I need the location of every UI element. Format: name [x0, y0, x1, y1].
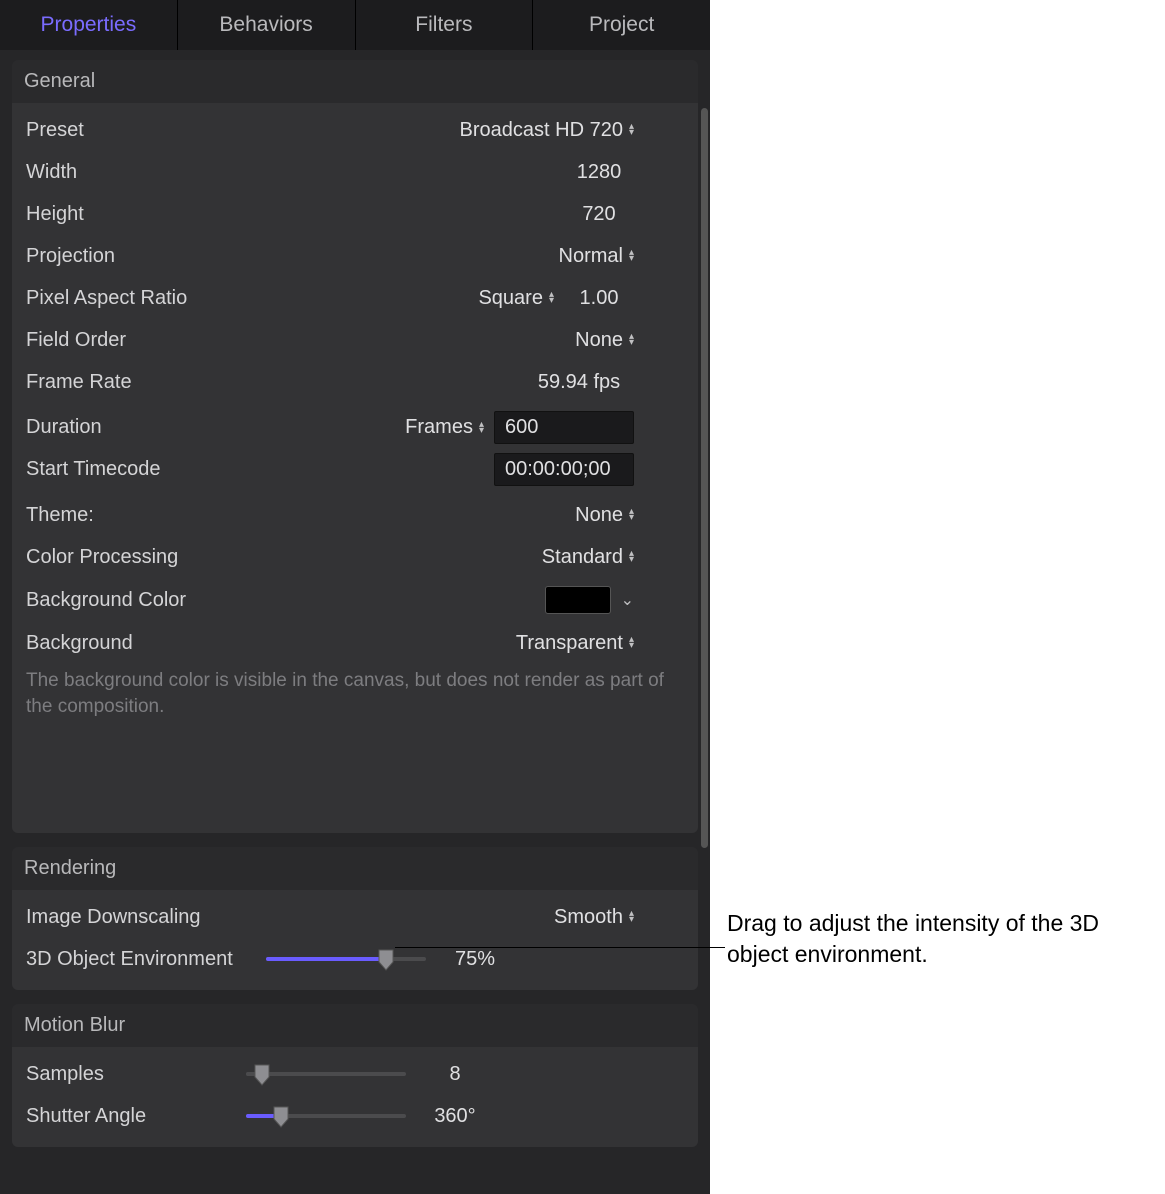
section-header-motion-blur[interactable]: Motion Blur [12, 1004, 698, 1047]
slider-thumb-icon [377, 948, 395, 972]
row-projection: Projection Normal ▴▾ [12, 235, 698, 277]
downscaling-popup[interactable]: Smooth ▴▾ [554, 906, 634, 929]
section-header-rendering[interactable]: Rendering [12, 847, 698, 890]
inspector-panel: Properties Behaviors Filters Project Gen… [0, 0, 710, 1194]
row-bg-color: Background Color ⌄ [12, 578, 698, 622]
label-frame-rate: Frame Rate [26, 371, 246, 394]
label-color-proc: Color Processing [26, 546, 246, 569]
duration-mode-popup[interactable]: Frames ▴▾ [405, 416, 484, 439]
row-3d-env: 3D Object Environment 75% [12, 938, 698, 980]
tab-behaviors[interactable]: Behaviors [178, 0, 356, 50]
row-width: Width 1280 [12, 151, 698, 193]
start-tc-input[interactable] [494, 453, 634, 486]
shutter-value[interactable]: 360° [420, 1105, 490, 1128]
projection-popup[interactable]: Normal ▴▾ [559, 245, 634, 268]
popup-stepper-icon: ▴▾ [549, 292, 554, 304]
field-order-value: None [575, 329, 623, 352]
label-preset: Preset [26, 119, 246, 142]
section-body-general: Preset Broadcast HD 720 ▴▾ Width 1280 [12, 103, 698, 833]
projection-value: Normal [559, 245, 623, 268]
label-shutter: Shutter Angle [26, 1105, 246, 1128]
row-frame-rate: Frame Rate 59.94 fps [12, 361, 698, 403]
row-field-order: Field Order None ▴▾ [12, 319, 698, 361]
color-proc-popup[interactable]: Standard ▴▾ [542, 546, 634, 569]
tab-properties[interactable]: Properties [0, 0, 178, 50]
label-width: Width [26, 161, 246, 184]
section-rendering: Rendering Image Downscaling Smooth ▴▾ 3D… [12, 847, 698, 990]
callout-leader-line [395, 947, 725, 948]
inspector-scroll: General Preset Broadcast HD 720 ▴▾ Width [0, 50, 710, 1194]
duration-input[interactable] [494, 411, 634, 444]
bg-color-well[interactable]: ⌄ [545, 586, 634, 614]
label-downscaling: Image Downscaling [26, 906, 266, 929]
slider-thumb-icon [272, 1105, 290, 1129]
preset-value: Broadcast HD 720 [460, 119, 623, 142]
callout-text: Drag to adjust the intensity of the 3D o… [727, 908, 1147, 970]
section-header-general[interactable]: General [12, 60, 698, 103]
shutter-slider[interactable] [246, 1106, 406, 1126]
tab-filters[interactable]: Filters [356, 0, 534, 50]
popup-stepper-icon: ▴▾ [479, 422, 484, 434]
samples-slider[interactable] [246, 1064, 406, 1084]
slider-thumb-icon [253, 1063, 271, 1087]
popup-stepper-icon: ▴▾ [629, 911, 634, 923]
background-popup[interactable]: Transparent ▴▾ [516, 632, 634, 655]
scrollbar[interactable] [701, 108, 708, 848]
3d-env-value[interactable]: 75% [440, 948, 510, 971]
row-shutter: Shutter Angle 360° [12, 1095, 698, 1137]
section-motion-blur: Motion Blur Samples [12, 1004, 698, 1147]
frame-rate-value[interactable]: 59.94 fps [524, 371, 634, 394]
label-par: Pixel Aspect Ratio [26, 287, 246, 310]
theme-popup[interactable]: None ▴▾ [575, 504, 634, 527]
row-background: Background Transparent ▴▾ [12, 622, 698, 664]
label-height: Height [26, 203, 246, 226]
row-height: Height 720 [12, 193, 698, 235]
par-mode-popup[interactable]: Square ▴▾ [478, 287, 554, 310]
preset-popup[interactable]: Broadcast HD 720 ▴▾ [460, 119, 634, 142]
background-note: The background color is visible in the c… [12, 664, 698, 729]
field-order-popup[interactable]: None ▴▾ [575, 329, 634, 352]
par-mode-value: Square [478, 287, 543, 310]
popup-stepper-icon: ▴▾ [629, 250, 634, 262]
label-start-tc: Start Timecode [26, 458, 246, 481]
label-duration: Duration [26, 416, 246, 439]
background-value: Transparent [516, 632, 623, 655]
par-value[interactable]: 1.00 [564, 287, 634, 310]
samples-value[interactable]: 8 [420, 1063, 490, 1086]
section-general: General Preset Broadcast HD 720 ▴▾ Width [12, 60, 698, 833]
bg-color-swatch[interactable] [545, 586, 611, 614]
label-bg-color: Background Color [26, 589, 246, 612]
theme-value: None [575, 504, 623, 527]
label-3d-env: 3D Object Environment [26, 948, 266, 971]
chevron-down-icon[interactable]: ⌄ [621, 590, 634, 610]
row-duration: Duration Frames ▴▾ [12, 403, 698, 452]
section-body-rendering: Image Downscaling Smooth ▴▾ 3D Object En… [12, 890, 698, 990]
label-background: Background [26, 632, 246, 655]
label-samples: Samples [26, 1063, 246, 1086]
downscaling-value: Smooth [554, 906, 623, 929]
label-field-order: Field Order [26, 329, 246, 352]
duration-mode-value: Frames [405, 416, 473, 439]
popup-stepper-icon: ▴▾ [629, 509, 634, 521]
popup-stepper-icon: ▴▾ [629, 551, 634, 563]
color-proc-value: Standard [542, 546, 623, 569]
tab-project[interactable]: Project [533, 0, 710, 50]
row-preset: Preset Broadcast HD 720 ▴▾ [12, 109, 698, 151]
3d-env-slider[interactable] [266, 949, 426, 969]
row-downscaling: Image Downscaling Smooth ▴▾ [12, 896, 698, 938]
width-value[interactable]: 1280 [564, 161, 634, 184]
row-start-tc: Start Timecode [12, 452, 698, 494]
label-theme: Theme: [26, 504, 246, 527]
label-projection: Projection [26, 245, 246, 268]
popup-stepper-icon: ▴▾ [629, 124, 634, 136]
height-value[interactable]: 720 [564, 203, 634, 226]
row-par: Pixel Aspect Ratio Square ▴▾ 1.00 [12, 277, 698, 319]
popup-stepper-icon: ▴▾ [629, 334, 634, 346]
popup-stepper-icon: ▴▾ [629, 637, 634, 649]
inspector-tabs: Properties Behaviors Filters Project [0, 0, 710, 50]
row-samples: Samples 8 [12, 1053, 698, 1095]
section-body-motion-blur: Samples 8 [12, 1047, 698, 1147]
row-theme: Theme: None ▴▾ [12, 494, 698, 536]
row-color-proc: Color Processing Standard ▴▾ [12, 536, 698, 578]
